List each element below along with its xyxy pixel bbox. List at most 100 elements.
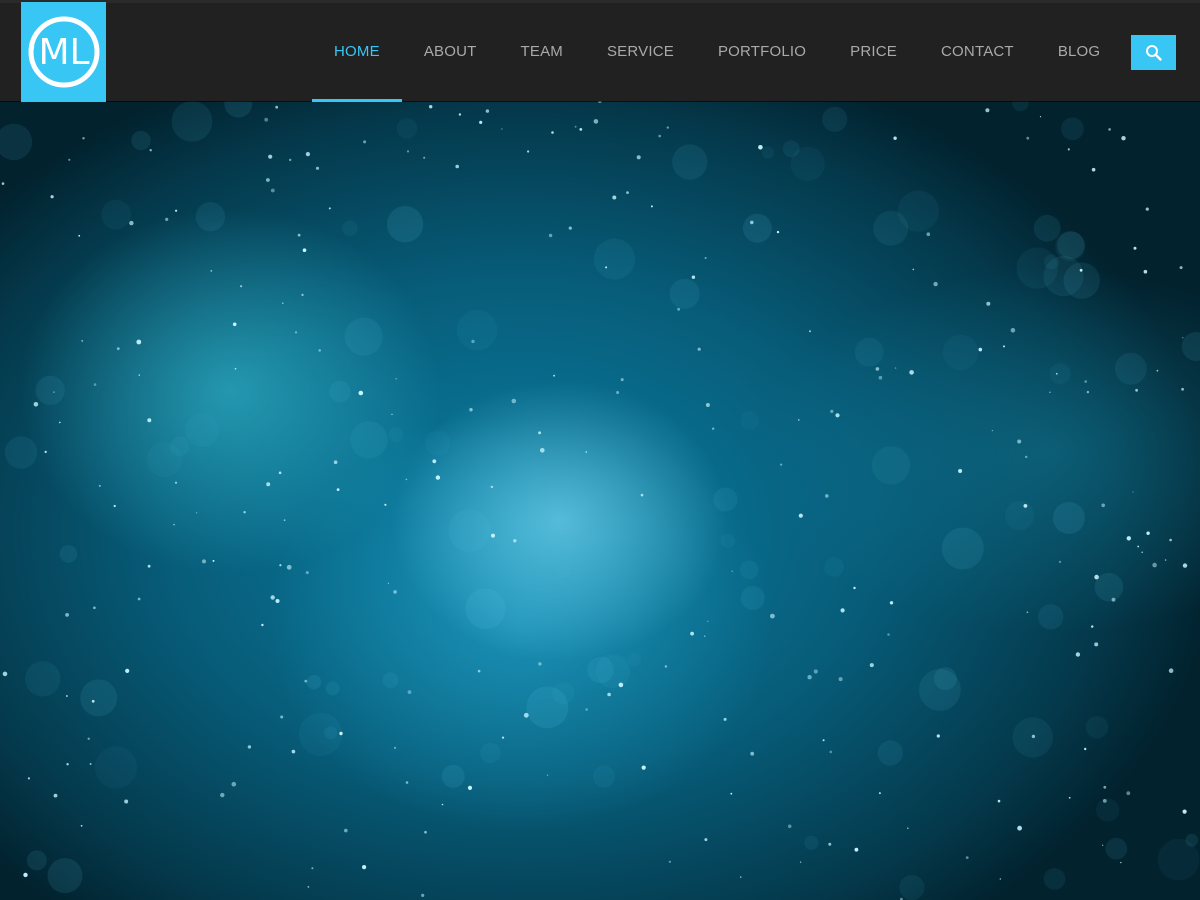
sparkle-dot xyxy=(81,340,84,342)
bokeh-blob xyxy=(824,557,844,577)
sparkle-dot xyxy=(585,451,587,453)
sparkle-dot xyxy=(441,803,444,806)
sparkle-dot xyxy=(1182,337,1184,339)
nav-item-service[interactable]: SERVICE xyxy=(585,3,696,101)
sparkle-dot xyxy=(1094,574,1099,580)
bokeh-blob xyxy=(324,726,338,740)
sparkle-dot xyxy=(311,867,314,870)
bokeh-blob xyxy=(195,202,226,232)
sparkle-dot xyxy=(618,682,624,688)
sparkle-dot xyxy=(677,307,680,311)
bokeh-blob xyxy=(942,334,979,371)
sparkle-dot xyxy=(268,154,273,159)
sparkle-dot xyxy=(232,322,237,327)
bokeh-blob xyxy=(1096,798,1120,822)
sparkle-dot xyxy=(568,226,572,230)
sparkle-dot xyxy=(1058,560,1062,563)
sparkle-dot xyxy=(393,746,397,750)
sparkle-dot xyxy=(384,503,387,506)
sparkle-dot xyxy=(435,475,441,480)
sparkle-dot xyxy=(840,608,845,613)
sparkle-dot xyxy=(291,749,296,754)
sparkle-dot xyxy=(264,117,269,122)
sparkle-dot xyxy=(113,504,116,508)
sparkle-dot xyxy=(705,403,710,407)
sparkle-dot xyxy=(893,136,897,140)
bokeh-blob xyxy=(47,858,83,894)
sparkle-dot xyxy=(432,459,437,464)
sparkle-dot xyxy=(479,120,483,124)
sparkle-dot xyxy=(1135,388,1138,392)
sparkle-dot xyxy=(65,613,69,617)
sparkle-dot xyxy=(809,330,811,333)
sparkle-dot xyxy=(173,523,175,526)
bokeh-blob xyxy=(941,527,984,570)
bokeh-blob xyxy=(350,421,388,459)
sparkle-dot xyxy=(691,275,696,279)
bokeh-blob xyxy=(1044,254,1059,270)
sparkle-dot xyxy=(1068,796,1071,799)
sparkle-dot xyxy=(740,876,742,878)
sparkle-dot xyxy=(93,383,97,386)
nav-item-home[interactable]: HOME xyxy=(312,3,402,102)
sparkle-dot xyxy=(315,166,320,170)
sparkle-dot xyxy=(1067,148,1070,151)
sparkle-dot xyxy=(907,827,909,829)
sparkle-dot xyxy=(202,559,206,564)
sparkle-dot xyxy=(1003,345,1005,348)
sparkle-dot xyxy=(50,195,54,199)
sparkle-dot xyxy=(387,582,389,584)
bokeh-blob xyxy=(871,446,911,485)
nav-item-about[interactable]: ABOUT xyxy=(402,3,499,101)
nav-item-blog[interactable]: BLOG xyxy=(1036,3,1122,101)
nav-item-contact[interactable]: CONTACT xyxy=(919,3,1036,101)
main-nav: HOME ABOUT TEAM SERVICE PORTFOLIO PRICE … xyxy=(312,3,1122,102)
sparkle-dot xyxy=(59,421,61,424)
sparkle-dot xyxy=(800,861,802,863)
sparkle-dot xyxy=(1026,136,1030,140)
sparkle-dot xyxy=(275,599,280,603)
sparkle-dot xyxy=(1137,545,1140,548)
bokeh-blob xyxy=(742,213,772,243)
sparkle-dot xyxy=(540,448,545,453)
sparkle-dot xyxy=(650,205,653,208)
sparkle-dot xyxy=(231,781,237,787)
sparkle-dot xyxy=(807,675,812,680)
sparkle-dot xyxy=(1102,799,1107,803)
bokeh-blob xyxy=(1049,363,1071,385)
particle-field xyxy=(0,101,1200,900)
sparkle-dot xyxy=(878,792,881,795)
sparkle-dot xyxy=(405,478,408,481)
site-logo[interactable]: ML xyxy=(21,2,106,102)
sparkle-dot xyxy=(220,792,225,798)
sparkle-dot xyxy=(275,105,279,109)
sparkle-dot xyxy=(513,539,517,543)
sparkle-dot xyxy=(828,842,832,846)
sparkle-dot xyxy=(822,739,825,742)
nav-item-price[interactable]: PRICE xyxy=(828,3,919,101)
sparkle-dot xyxy=(574,125,577,128)
sparkle-dot xyxy=(33,402,39,407)
bokeh-blob xyxy=(25,661,61,697)
bokeh-blob xyxy=(382,672,399,689)
sparkle-dot xyxy=(1091,625,1094,628)
sparkle-dot xyxy=(889,601,894,605)
sparkle-dot xyxy=(1017,825,1022,831)
nav-item-team[interactable]: TEAM xyxy=(499,3,585,101)
sparkle-dot xyxy=(607,692,611,697)
sparkle-dot xyxy=(1133,246,1137,250)
sparkle-dot xyxy=(641,765,646,770)
search-button[interactable] xyxy=(1131,35,1176,70)
bokeh-blob xyxy=(877,740,903,766)
sparkle-dot xyxy=(333,460,338,465)
bokeh-blob xyxy=(1185,833,1199,847)
bokeh-blob xyxy=(325,681,340,696)
sparkle-dot xyxy=(1120,861,1122,864)
nav-item-portfolio[interactable]: PORTFOLIO xyxy=(696,3,828,101)
sparkle-dot xyxy=(1179,266,1183,270)
sparkle-dot xyxy=(336,488,340,491)
sparkle-dot xyxy=(597,101,602,103)
sparkle-dot xyxy=(731,570,733,572)
sparkle-dot xyxy=(147,418,152,423)
sparkle-dot xyxy=(1121,136,1126,141)
